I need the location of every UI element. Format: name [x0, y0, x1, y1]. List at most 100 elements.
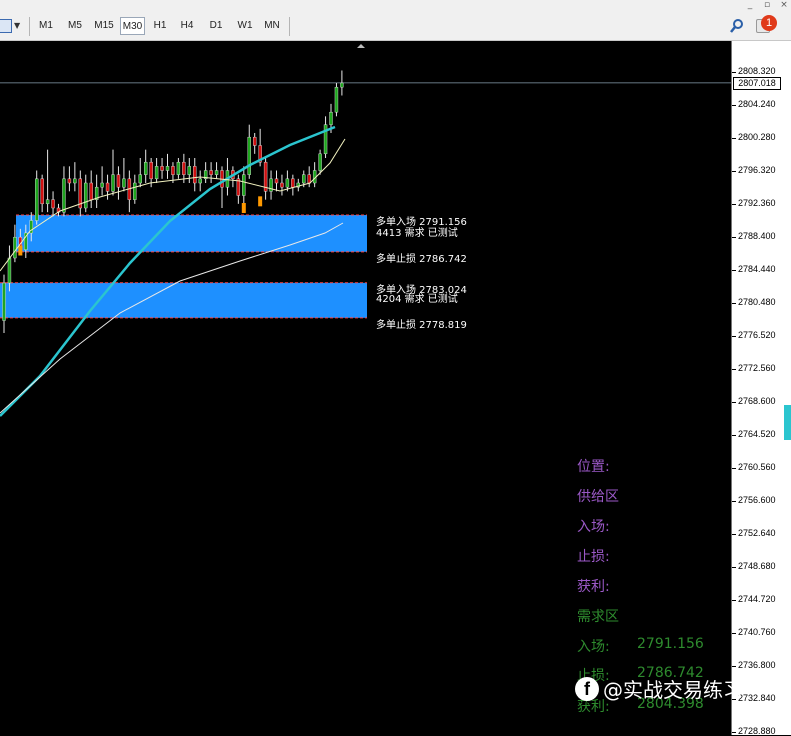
- demand-zone-1: [16, 215, 367, 252]
- price-tick-label: 2796.320: [738, 165, 776, 175]
- position-label: 位置:: [577, 459, 610, 475]
- demand-zone-label: 需求区: [577, 609, 619, 625]
- bull-candle: [84, 182, 88, 209]
- supply-entry-label: 入场:: [577, 519, 610, 535]
- watermark: f @实战交易练习: [575, 674, 743, 703]
- restore-icon[interactable]: ▫: [760, 0, 774, 11]
- supply-profit-label: 获利:: [577, 579, 610, 595]
- bear-candle: [307, 174, 311, 184]
- timeframe-toolbar: ▼ M1 M5 M15 M30 H1 H4 D1 W1 MN 1: [0, 12, 791, 41]
- price-tick-mark: [732, 270, 736, 271]
- bull-candle: [73, 178, 77, 184]
- price-tick-mark: [732, 534, 736, 535]
- close-icon[interactable]: ×: [777, 0, 791, 11]
- bull-candle: [187, 166, 192, 175]
- price-axis[interactable]: 2808.320 2804.240 2800.280 2796.320 2792.360…: [731, 41, 791, 736]
- dropdown-arrow-icon[interactable]: ▼: [14, 21, 20, 30]
- timeframe-w1-button[interactable]: W1: [233, 17, 257, 35]
- watermark-text: @实战交易练习: [603, 678, 743, 702]
- zone1-entry-label: 多单入场 2791.156: [376, 217, 467, 228]
- price-tick-label: 2804.240: [738, 99, 776, 109]
- price-tick-mark: [732, 336, 736, 337]
- bear-candle: [89, 182, 93, 200]
- bear-candle: [182, 161, 186, 175]
- price-tick-label: 2788.400: [738, 231, 776, 241]
- price-tick-label: 2732.840: [738, 693, 776, 703]
- supply-zone-label: 供给区: [577, 489, 619, 505]
- signal-marker: [241, 203, 246, 213]
- bull-candle: [154, 166, 159, 180]
- zone2-demand-label: 4204 需求 已测试: [376, 294, 458, 305]
- price-tick-mark: [732, 402, 736, 403]
- bull-candle: [122, 178, 126, 188]
- current-price-label: 2807.018: [733, 76, 781, 90]
- price-tick-label: 2736.800: [738, 660, 776, 670]
- scrollbar-handle[interactable]: [784, 405, 791, 440]
- price-tick-label: 2792.360: [738, 198, 776, 208]
- price-tick-mark: [732, 468, 736, 469]
- price-tick-label: 2784.440: [738, 264, 776, 274]
- bull-candle: [247, 136, 251, 175]
- bear-candle: [105, 182, 110, 192]
- price-tick-mark: [732, 171, 736, 172]
- price-tick-label: 2768.600: [738, 396, 776, 406]
- price-tick-label: 2776.520: [738, 330, 776, 340]
- signal-marker: [258, 196, 263, 207]
- bull-candle: [7, 257, 12, 284]
- demand-entry-label: 入场:: [577, 639, 610, 655]
- bull-candle: [143, 161, 148, 175]
- timeframe-m1-button[interactable]: M1: [35, 17, 57, 35]
- timeframe-mn-button[interactable]: MN: [261, 17, 283, 35]
- chart-window-icon[interactable]: [0, 19, 12, 33]
- bear-candle: [291, 178, 295, 188]
- demand-zone-2: [0, 282, 367, 318]
- bear-candle: [51, 199, 55, 209]
- bear-candle: [252, 136, 257, 146]
- search-icon[interactable]: [729, 18, 745, 34]
- bull-candle: [242, 174, 246, 196]
- price-tick-label: 2800.280: [738, 132, 776, 142]
- timeframe-h1-button[interactable]: H1: [150, 17, 170, 35]
- price-tick-label: 2756.600: [738, 495, 776, 505]
- minimize-icon[interactable]: _: [743, 0, 757, 11]
- price-tick-mark: [732, 666, 736, 667]
- price-tick-label: 2760.560: [738, 462, 776, 472]
- bear-candle: [209, 170, 213, 175]
- watermark-logo-icon: f: [575, 676, 599, 701]
- price-tick-mark: [732, 303, 736, 304]
- bull-candle: [45, 199, 50, 205]
- price-tick-mark: [732, 633, 736, 634]
- timeframe-m30-button[interactable]: M30: [120, 17, 145, 35]
- bull-candle: [133, 182, 137, 200]
- bull-candle: [2, 282, 6, 321]
- bull-candle: [176, 161, 181, 175]
- price-tick-label: 2752.640: [738, 528, 776, 538]
- timeframe-h4-button[interactable]: H4: [177, 17, 197, 35]
- price-tick-mark: [732, 732, 736, 733]
- bear-candle: [160, 166, 164, 171]
- price-tick-label: 2744.720: [738, 594, 776, 604]
- price-tick-mark: [732, 567, 736, 568]
- bull-candle: [285, 178, 290, 188]
- price-tick-mark: [732, 138, 736, 139]
- window-title-strip: _ ▫ ×: [0, 0, 791, 12]
- chart-canvas: [0, 44, 731, 417]
- price-tick-label: 2780.480: [738, 297, 776, 307]
- timeframe-m15-button[interactable]: M15: [92, 17, 116, 35]
- bull-candle: [198, 178, 202, 184]
- bull-candle: [214, 170, 219, 175]
- zone1-stop-label: 多单止损 2786.742: [376, 254, 467, 265]
- bull-candle: [318, 153, 322, 171]
- bull-candle: [13, 236, 17, 259]
- price-tick-label: 2748.680: [738, 561, 776, 571]
- timeframe-d1-button[interactable]: D1: [205, 17, 227, 35]
- price-tick-mark: [732, 105, 736, 106]
- timeframe-m5-button[interactable]: M5: [64, 17, 86, 35]
- bear-candle: [149, 161, 153, 180]
- price-tick-label: 2740.760: [738, 627, 776, 637]
- price-tick-mark: [732, 204, 736, 205]
- bear-candle: [280, 182, 284, 188]
- zone1-demand-label: 4413 需求 已测试: [376, 228, 458, 239]
- price-chart[interactable]: 多单入场 2791.156 4413 需求 已测试 多单止损 2786.742 …: [0, 41, 731, 735]
- demand-entry-value: 2791.156: [637, 636, 704, 652]
